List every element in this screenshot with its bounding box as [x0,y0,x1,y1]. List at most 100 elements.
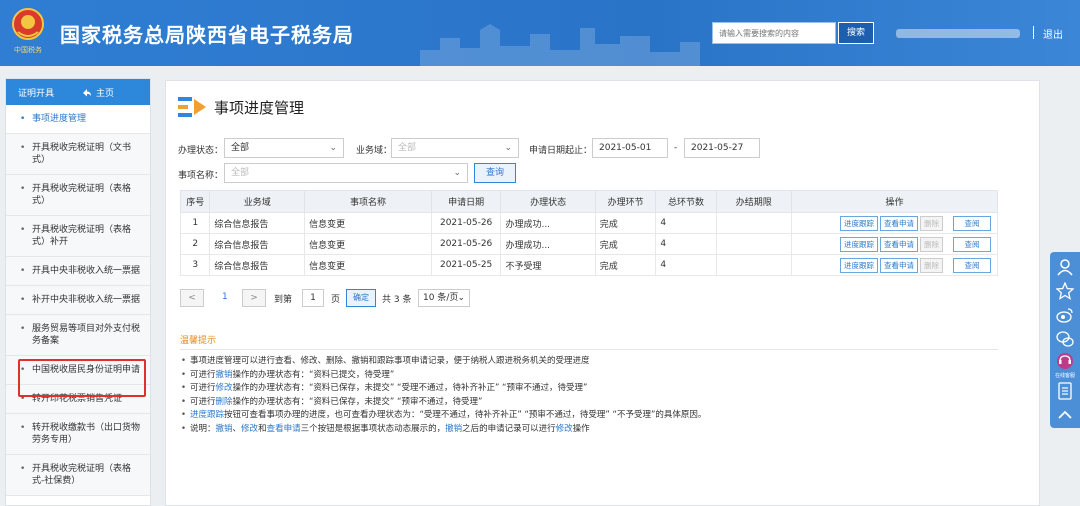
chevron-up-icon[interactable] [1056,406,1074,424]
sidebar-item-social-security[interactable]: 开具税收完税证明（表格式-社保费） [6,455,150,496]
tip-text: 按钮可查看事项办理的进度，也可查看办理状态为：“受理不通过，待补齐补正” “预审… [224,410,707,420]
tip-text: 和 [258,423,267,434]
status-select[interactable]: 全部 ⌄ [224,138,344,158]
sidebar-item-stamp-tax[interactable]: 转开印花税票销售凭证 [6,385,150,414]
cell-date: 2021-05-26 [430,233,502,255]
star-icon[interactable] [1056,282,1074,300]
date-start-input[interactable]: 2021-05-01 [592,138,668,158]
header-divider [1033,26,1034,39]
tip-text: 可进行 [190,396,216,407]
sidebar-item-tax-resident[interactable]: 中国税收居民身份证明申请 [6,356,150,385]
tip-keyword: 撤销 [215,369,233,380]
tip-item: 可进行删除操作的办理状态有：“资料已保存，未提交” “预审不通过，待受理” [180,396,706,410]
tip-text: 操作的办理状态有：“资料已提交，待受理” [232,369,395,380]
table-row: 1 综合信息报告 信息变更 2021-05-26 办理成功... 完成 4 进度… [179,212,998,234]
sidebar-item-export-payment[interactable]: 转开税收缴款书（出口货物劳务专用） [6,414,150,455]
view-application-button[interactable]: 查看申请 [880,215,918,231]
domain-select[interactable]: 全部 ⌄ [391,138,519,158]
cell-name: 信息变更 [304,254,432,276]
view-button[interactable]: 查阅 [953,257,991,273]
cell-deadline [715,233,793,255]
tips-list: 事项进度管理可以进行查看、修改、删除、撤销和跟踪事项申请记录，便于纳税人跟进税务… [180,355,706,436]
date-end-input[interactable]: 2021-05-27 [684,138,760,158]
page-unit-label: 页 [331,295,341,305]
delete-button[interactable]: 删除 [920,215,943,231]
delete-button[interactable]: 删除 [920,257,943,273]
home-link[interactable]: 主页 [82,86,114,99]
tip-item: 进度跟踪按钮可查看事项办理的进度，也可查看办理状态为：“受理不通过，待补齐补正”… [180,409,706,423]
prev-page-button[interactable]: < [180,289,204,307]
list-title-icon [178,97,206,117]
page-number-input[interactable]: 1 [302,289,324,307]
cell-deadline [715,212,793,234]
view-button[interactable]: 查阅 [953,236,991,252]
sidebar-item-service-trade[interactable]: 服务贸易等项目对外支付税务备案 [6,315,150,356]
cell-name: 信息变更 [304,233,432,255]
cell-date: 2021-05-26 [430,212,502,234]
item-name-select[interactable]: 全部 ⌄ [224,163,468,183]
page-size-value: 10 条/页 [423,293,459,303]
cell-status: 办理成功... [500,233,596,255]
track-progress-button[interactable]: 进度跟踪 [840,257,878,273]
search-button[interactable]: 搜索 [838,22,874,44]
logout-link[interactable]: 退出 [1043,26,1063,41]
document-icon[interactable] [1056,382,1074,400]
online-service-label: 在线客服 [1054,373,1075,379]
track-progress-button[interactable]: 进度跟踪 [840,215,878,231]
tip-keyword: 修改 [241,423,259,434]
column-header: 办结期限 [715,190,793,213]
sidebar-item-progress[interactable]: 事项进度管理 [6,105,150,134]
sidebar-item-central-nontax-reissue[interactable]: 补开中央非税收入统一票据 [6,286,150,315]
column-header: 业务域 [209,190,306,213]
view-application-button[interactable]: 查看申请 [880,257,918,273]
tip-text: 三个按钮是根据事项状态动态展示的， [300,423,446,434]
current-page[interactable]: 1 [222,292,228,302]
next-page-button[interactable]: > [242,289,266,307]
cell-no: 1 [179,212,211,234]
page-size-select[interactable]: 10 条/页 ⌄ [418,289,470,307]
column-header: 序号 [179,190,211,213]
cell-domain: 综合信息报告 [209,233,306,255]
user-icon[interactable] [1056,258,1074,276]
user-info-blurred [896,29,1020,38]
column-header: 操作 [791,190,998,213]
tip-text: 可进行 [190,369,216,380]
tip-keyword: 修改 [215,383,233,393]
view-button[interactable]: 查阅 [953,215,991,231]
page-title: 事项进度管理 [214,98,305,117]
view-application-button[interactable]: 查看申请 [880,236,918,252]
wechat-icon[interactable] [1056,330,1074,348]
status-select-value: 全部 [231,143,250,153]
sidebar-header: 证明开具 主页 [6,79,150,105]
column-header: 办理环节 [594,190,657,213]
cell-actions: 进度跟踪 查看申请 删除 查阅 [791,233,998,255]
cell-actions: 进度跟踪 查看申请 删除 查阅 [791,212,998,234]
goto-confirm-button[interactable]: 确定 [346,289,376,307]
top-header: 中国税务 国家税务总局陕西省电子税务局 搜索 退出 [0,0,1080,66]
sidebar-item-certificate-doc[interactable]: 开具税收完税证明（文书式） [6,134,150,175]
status-label: 办理状态： [178,146,224,156]
tip-keyword: 撤销 [215,423,233,434]
page-title-row: 事项进度管理 [178,95,304,119]
weibo-icon[interactable] [1056,306,1074,324]
online-service-button[interactable]: 在线客服 [1052,352,1078,379]
sidebar-title: 证明开具 [18,88,55,99]
tips-title: 温馨提示 [180,336,217,346]
sidebar-item-certificate-form-reissue[interactable]: 开具税收完税证明（表格式）补开 [6,216,150,257]
track-progress-button[interactable]: 进度跟踪 [840,236,878,252]
column-header: 事项名称 [304,190,432,213]
search-input[interactable] [712,22,836,44]
delete-button[interactable]: 删除 [920,236,943,252]
date-separator: - [674,143,678,153]
cell-total: 4 [655,212,717,234]
sidebar-item-central-nontax[interactable]: 开具中央非税收入统一票据 [6,257,150,286]
goto-label: 到第 [274,295,293,305]
back-arrow-icon [83,88,91,96]
sidebar-item-certificate-form[interactable]: 开具税收完税证明（表格式） [6,175,150,216]
tip-text: 说明： [190,423,216,434]
progress-table: 序号 业务域 事项名称 申请日期 办理状态 办理环节 总环节数 办结期限 操作 … [179,190,998,276]
cell-status: 不予受理 [500,254,596,276]
tip-item: 可进行修改操作的办理状态有：“资料已保存，未提交” “受理不通过，待补齐补正” … [180,382,706,396]
cell-date: 2021-05-25 [430,254,502,276]
query-button[interactable]: 查询 [474,163,516,183]
